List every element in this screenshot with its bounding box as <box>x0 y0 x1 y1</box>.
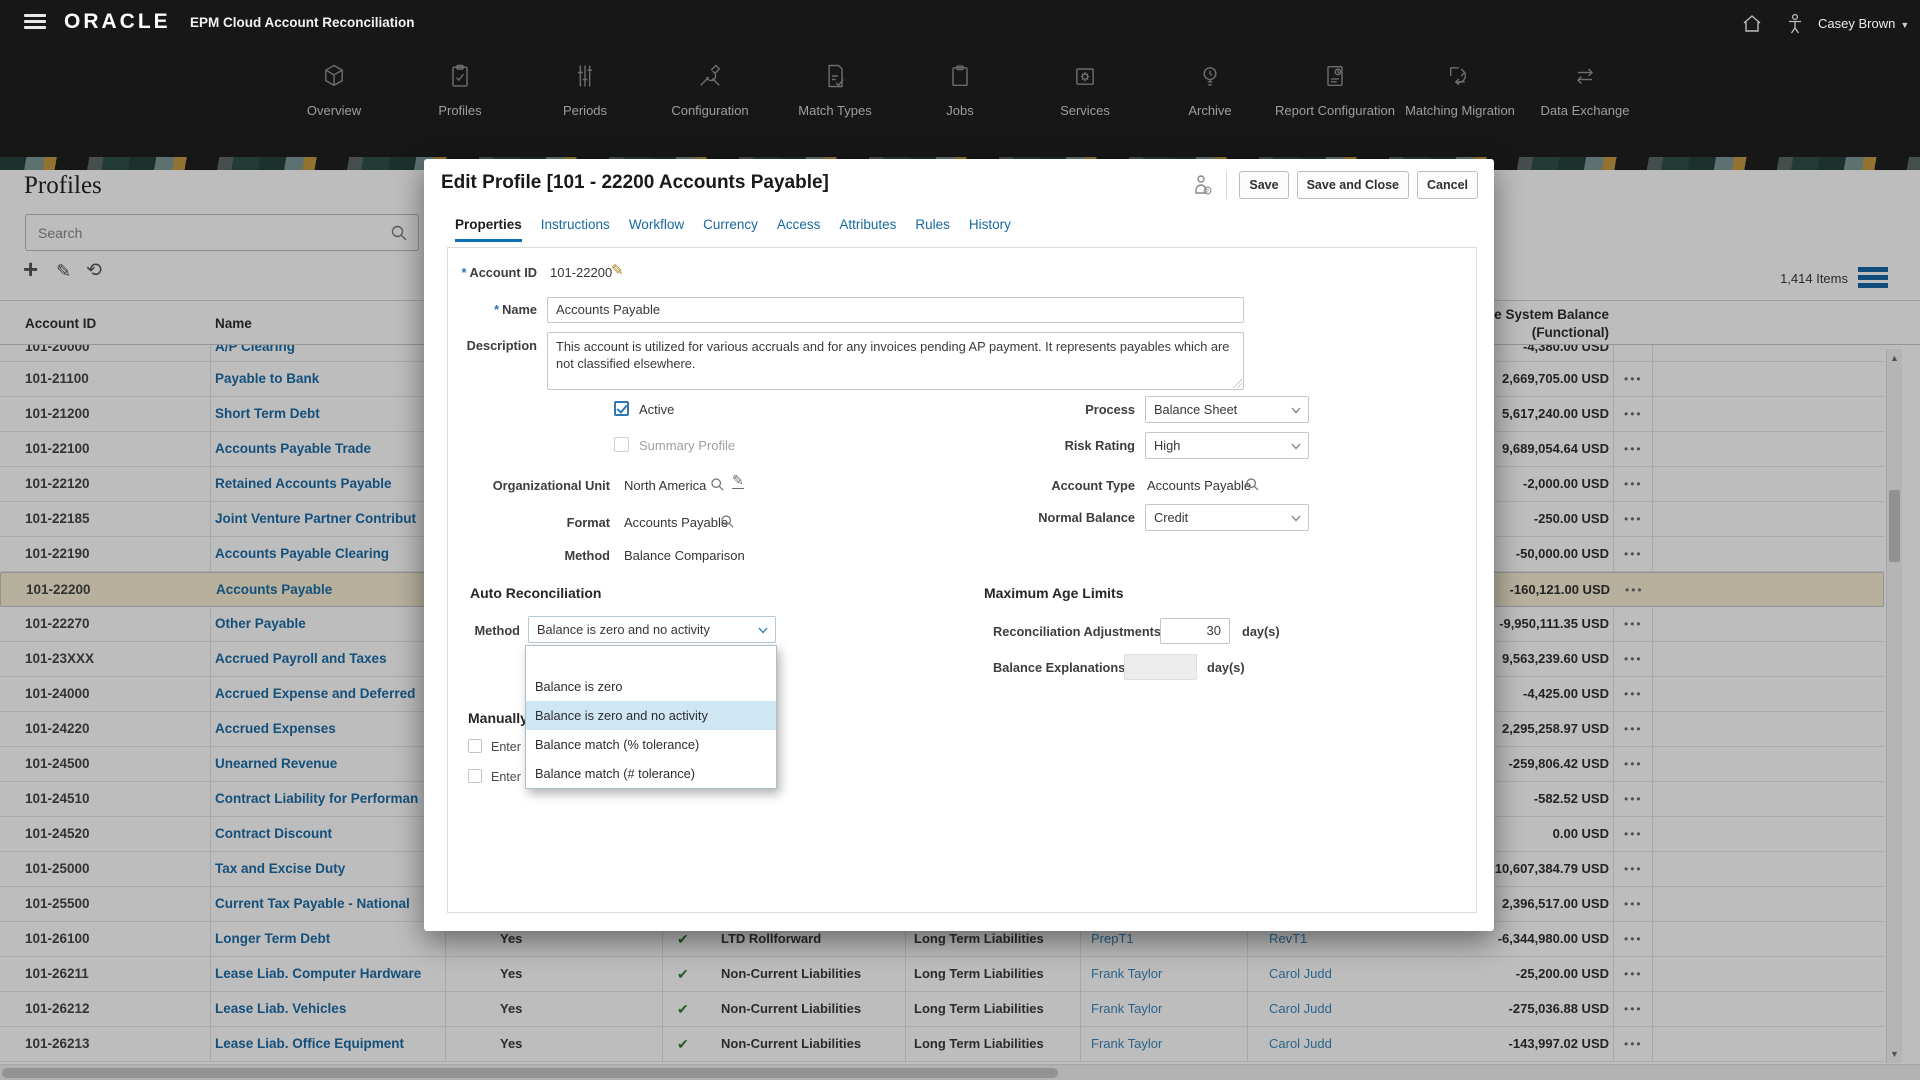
dialog-tabs: Properties Instructions Workflow Currency Ac… <box>455 217 1011 242</box>
tab-attributes[interactable]: Attributes <box>839 217 896 242</box>
chevron-down-icon <box>758 627 768 634</box>
auto-reconciliation-heading: Auto Reconciliation <box>470 585 601 601</box>
auto-method-label: Method <box>448 623 520 638</box>
max-age-limits-heading: Maximum Age Limits <box>984 585 1124 601</box>
format-value: Accounts Payable <box>624 515 728 530</box>
active-label: Active <box>639 402 674 417</box>
summary-profile-checkbox[interactable] <box>614 437 629 452</box>
recon-adjustments-field[interactable]: 30 <box>1160 618 1230 644</box>
recon-adjustments-label: Reconciliation Adjustments <box>993 624 1152 639</box>
save-button[interactable]: Save <box>1239 171 1288 199</box>
tab-access[interactable]: Access <box>777 217 821 242</box>
dropdown-option-2[interactable]: Balance is zero and no activity <box>526 701 776 730</box>
summary-profile-label: Summary Profile <box>639 438 735 453</box>
name-label: *Name <box>448 302 537 317</box>
account-type-label: Account Type <box>975 478 1135 493</box>
description-label: Description <box>448 338 537 353</box>
process-label: Process <box>975 402 1135 417</box>
balance-explanations-label: Balance Explanations <box>993 660 1116 675</box>
description-field[interactable]: This account is utilized for various acc… <box>547 332 1244 390</box>
days-suffix-2: day(s) <box>1207 660 1245 675</box>
tab-workflow[interactable]: Workflow <box>629 217 684 242</box>
name-field[interactable]: Accounts Payable <box>547 297 1244 323</box>
process-select[interactable]: Balance Sheet <box>1145 396 1309 423</box>
format-label: Format <box>448 515 610 530</box>
method-label: Method <box>448 548 610 563</box>
assign-user-help-icon[interactable]: ? <box>1192 173 1214 197</box>
save-and-close-button[interactable]: Save and Close <box>1297 171 1409 199</box>
edit-profile-dialog: Edit Profile [101 - 22200 Accounts Payab… <box>424 159 1494 931</box>
tab-properties[interactable]: Properties <box>455 217 522 242</box>
actions-divider <box>1226 171 1227 199</box>
active-checkbox[interactable] <box>614 401 629 416</box>
org-unit-edit-icon[interactable]: ✎ <box>732 474 744 489</box>
days-suffix-1: day(s) <box>1242 624 1280 639</box>
dropdown-option-4[interactable]: Balance match (# tolerance) <box>526 759 776 788</box>
org-unit-label: Organizational Unit <box>448 478 610 493</box>
tab-rules[interactable]: Rules <box>915 217 950 242</box>
svg-text:?: ? <box>1206 189 1209 195</box>
edit-account-id-icon[interactable]: ✎ <box>611 261 624 279</box>
dialog-title: Edit Profile [101 - 22200 Accounts Payab… <box>441 172 829 194</box>
cancel-button[interactable]: Cancel <box>1417 171 1478 199</box>
account-type-value: Accounts Payable <box>1147 478 1251 493</box>
enter-balances-checkbox-2[interactable] <box>468 769 482 783</box>
dropdown-option-3[interactable]: Balance match (% tolerance) <box>526 730 776 759</box>
account-id-value: 101-22200 <box>550 265 612 280</box>
chevron-down-icon <box>1291 443 1301 450</box>
chevron-down-icon <box>1291 515 1301 522</box>
dropdown-option-1[interactable]: Balance is zero <box>526 672 776 701</box>
dropdown-option-0[interactable] <box>526 646 776 672</box>
tab-currency[interactable]: Currency <box>703 217 758 242</box>
normal-balance-select[interactable]: Credit <box>1145 504 1309 531</box>
manually-section-heading: Manually <box>468 710 528 726</box>
auto-method-combobox[interactable]: Balance is zero and no activity <box>528 616 776 643</box>
account-type-search-icon[interactable] <box>1245 477 1260 492</box>
normal-balance-label: Normal Balance <box>975 510 1135 525</box>
chevron-down-icon <box>1291 407 1301 414</box>
properties-tab-panel: *Account ID 101-22200 ✎ *Name Accounts P… <box>447 247 1477 913</box>
auto-method-dropdown-list: Balance is zeroBalance is zero and no ac… <box>525 645 777 789</box>
resize-grip-icon[interactable] <box>1233 379 1242 388</box>
account-id-label: *Account ID <box>448 265 537 280</box>
method-value: Balance Comparison <box>624 548 745 563</box>
tab-history[interactable]: History <box>969 217 1011 242</box>
enter-balances-checkbox-1[interactable] <box>468 739 482 753</box>
org-unit-value: North America <box>624 478 706 493</box>
risk-rating-label: Risk Rating <box>975 438 1135 453</box>
balance-explanations-field[interactable] <box>1124 654 1197 680</box>
org-unit-search-icon[interactable] <box>710 477 725 492</box>
tab-instructions[interactable]: Instructions <box>541 217 610 242</box>
format-search-icon[interactable] <box>720 514 735 529</box>
app-canvas: ORACLE EPM Cloud Account Reconciliation … <box>0 0 1920 1080</box>
risk-rating-select[interactable]: High <box>1145 432 1309 459</box>
